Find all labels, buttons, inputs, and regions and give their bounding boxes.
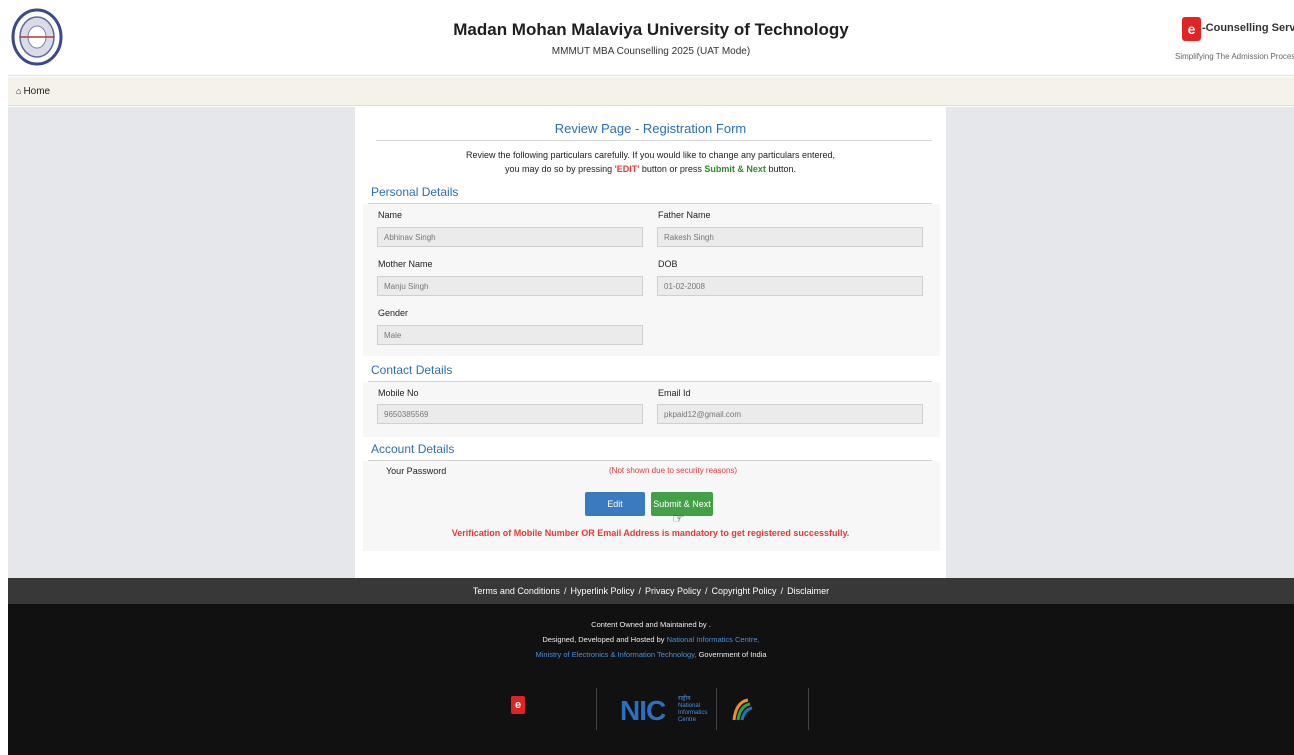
instr-mid: button or press [639,164,705,174]
mobile-field[interactable] [377,404,643,424]
footer-logo-divider-3 [808,688,809,730]
navbar: ⌂ Home [8,77,1294,106]
gender-label: Gender [378,308,409,318]
personal-details-heading: Personal Details [371,185,459,199]
copyright-policy-link[interactable]: Copyright Policy [712,586,777,596]
terms-link[interactable]: Terms and Conditions [473,586,560,596]
instructions-line-2: you may do so by pressing 'EDIT' button … [355,162,946,176]
password-label: Your Password [386,466,447,476]
password-note: (Not shown due to security reasons) [609,466,738,475]
footer-logo-divider [596,688,597,730]
gender-field[interactable] [377,325,643,345]
email-label: Email Id [658,388,691,398]
email-field[interactable] [657,404,923,424]
review-instructions: Review the following particulars careful… [355,148,946,176]
instr-suffix: button. [765,164,796,174]
mother-name-label: Mother Name [378,259,433,269]
father-name-field[interactable] [657,227,923,247]
personal-details-section: Name Father Name Mother Name DOB Gender [363,204,940,356]
designed-by-text: Designed, Developed and Hosted by Nation… [8,635,1294,644]
designed-prefix: Designed, Developed and Hosted by [542,635,667,644]
nic-line3: Centre [678,717,697,723]
nic-logo-text: NIC [620,695,666,726]
nic-logo-caption: राष्ट्रीय National Informatics Centre [678,696,707,724]
counselling-services-brand: e -Counselling Services Simplifying The … [1175,17,1294,67]
counselling-subtitle: MMMUT MBA Counselling 2025 (UAT Mode) [551,46,751,57]
hyperlink-policy-link[interactable]: Hyperlink Policy [570,586,634,596]
counselling-footer-logo: e [511,696,581,722]
ministry-text: Ministry of Electronics & Information Te… [8,650,1294,659]
footer-logo-divider-2 [716,688,717,730]
ministry-link[interactable]: Ministry of Electronics & Information Te… [535,650,696,659]
nic-link[interactable]: National Informatics Centre, [667,635,760,644]
gov-text: Government of India [696,650,767,659]
brand-name: -Counselling Services [1202,22,1294,34]
name-field[interactable] [377,227,643,247]
name-label: Name [378,210,403,220]
privacy-policy-link[interactable]: Privacy Policy [645,586,701,596]
header: Madan Mohan Malaviya University of Techn… [8,0,1294,76]
content-owned-text: Content Owned and Maintained by . [591,620,711,629]
instructions-line-1: Review the following particulars careful… [465,150,836,160]
instr-prefix: you may do so by pressing [505,164,615,174]
edit-button[interactable]: Edit [585,492,645,516]
nav-home-link[interactable]: ⌂ Home [16,86,50,97]
dob-field[interactable] [657,276,923,296]
review-panel: Review Page - Registration Form Review t… [355,107,946,578]
nic-hindi: राष्ट्रीय [678,696,691,702]
account-details-heading: Account Details [371,442,455,456]
footer-links-bar: Terms and Conditions / Hyperlink Policy / Pr… [8,578,1294,604]
home-icon: ⌂ [16,86,22,96]
digital-india-logo [732,698,753,721]
nic-line1: National [678,703,701,709]
brand-tagline: Simplifying The Admission Process [1175,52,1294,61]
instr-edit-word: 'EDIT' [614,164,640,174]
instr-submit-word: Submit & Next [704,164,766,174]
footer: Content Owned and Maintained by . Design… [8,604,1294,755]
title-divider [376,140,932,141]
contact-details-heading: Contact Details [371,363,453,377]
university-title: Madan Mohan Malaviya University of Techn… [453,20,849,39]
review-title: Review Page - Registration Form [554,121,747,136]
mobile-label: Mobile No [378,388,419,398]
nav-home-label: Home [23,86,51,97]
nic-line2: Informatics [678,710,708,716]
father-name-label: Father Name [658,210,711,220]
verification-message: Verification of Mobile Number OR Email A… [451,528,850,538]
nic-logo: NIC राष्ट्रीय National Informatics Centr… [620,695,720,726]
dob-label: DOB [658,259,678,269]
brand-logo-icon: e [1182,17,1201,41]
footer-brand-icon: e [511,696,525,714]
disclaimer-link[interactable]: Disclaimer [787,586,829,596]
contact-details-section: Mobile No Email Id [363,382,940,437]
mother-name-field[interactable] [377,276,643,296]
hand-cursor-icon: ☞ [672,510,685,526]
